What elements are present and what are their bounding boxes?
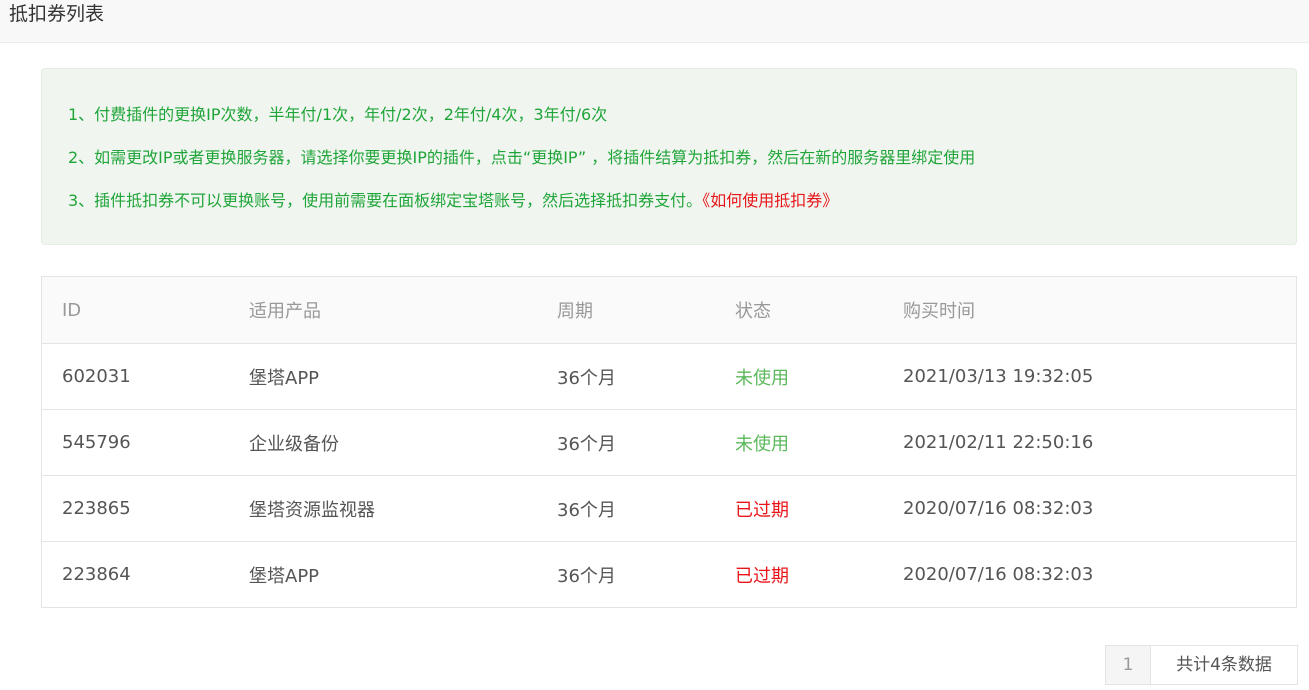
table-header-row: ID 适用产品 周期 状态 购买时间 xyxy=(42,277,1296,344)
status-badge: 已过期 xyxy=(715,475,883,542)
notice-box: 1、付费插件的更换IP次数，半年付/1次，年付/2次，2年付/4次，3年付/6次… xyxy=(41,68,1297,245)
table-row: 223865 堡塔资源监视器 36个月 已过期 2020/07/16 08:32… xyxy=(42,475,1296,542)
pagination: 1 共计4条数据 xyxy=(1105,645,1298,685)
cell-product: 堡塔资源监视器 xyxy=(229,475,537,542)
cell-purchase-time: 2021/03/13 19:32:05 xyxy=(883,343,1296,410)
cell-purchase-time: 2020/07/16 08:32:03 xyxy=(903,564,1094,585)
status-badge: 未使用 xyxy=(715,343,883,410)
notice-line-1: 1、付费插件的更换IP次数，半年付/1次，年付/2次，2年付/4次，3年付/6次 xyxy=(68,105,608,124)
column-header-status: 状态 xyxy=(715,277,883,344)
page-header: 抵扣券列表 xyxy=(0,0,1309,43)
notice-line-2: 2、如需更改IP或者更换服务器，请选择你要更换IP的插件，点击“更换IP” ，将… xyxy=(68,148,976,167)
cell-id: 602031 xyxy=(42,343,229,410)
column-header-purchase-time: 购买时间 xyxy=(883,277,1296,344)
cell-purchase-time: 2020/07/16 08:32:03 xyxy=(883,475,1296,542)
table-row: 602031 堡塔APP 36个月 未使用 2021/03/13 19:32:0… xyxy=(42,343,1296,410)
notice-line-3: 3、插件抵扣券不可以更换账号，使用前需要在面板绑定宝塔账号，然后选择抵扣券支付。… xyxy=(68,186,1296,229)
total-count-label: 共计4条数据 xyxy=(1176,655,1272,675)
cell-product: 堡塔APP xyxy=(229,343,537,410)
cell-product: 堡塔APP xyxy=(249,565,320,587)
cell-purchase-time: 2021/02/11 22:50:16 xyxy=(883,409,1296,476)
cell-period: 36个月 xyxy=(557,565,616,587)
cell-period: 36个月 xyxy=(537,475,715,542)
cell-product: 企业级备份 xyxy=(229,409,537,476)
cell-period: 36个月 xyxy=(537,409,715,476)
cell-id: 545796 xyxy=(42,409,229,476)
how-to-use-coupon-link[interactable]: 《如何使用抵扣券》 xyxy=(702,191,838,210)
column-header-product: 适用产品 xyxy=(229,277,537,344)
page-number-button[interactable]: 1 xyxy=(1106,646,1151,684)
table-row: 223864 堡塔APP 36个月 已过期 2020/07/16 08:32:0… xyxy=(42,542,1296,608)
coupon-table: ID 适用产品 周期 状态 购买时间 602031 堡塔APP 36个月 未使用… xyxy=(41,276,1297,608)
page-title: 抵扣券列表 xyxy=(9,3,105,25)
column-header-period: 周期 xyxy=(537,277,715,344)
table-row: 545796 企业级备份 36个月 未使用 2021/02/11 22:50:1… xyxy=(42,409,1296,476)
status-badge: 已过期 xyxy=(735,565,789,587)
cell-period: 36个月 xyxy=(537,343,715,410)
cell-id: 223864 xyxy=(62,564,131,585)
cell-id: 223865 xyxy=(42,475,229,542)
notice-line-3-text: 3、插件抵扣券不可以更换账号，使用前需要在面板绑定宝塔账号，然后选择抵扣券支付。 xyxy=(68,191,703,210)
status-badge: 未使用 xyxy=(715,409,883,476)
column-header-id: ID xyxy=(42,277,229,344)
